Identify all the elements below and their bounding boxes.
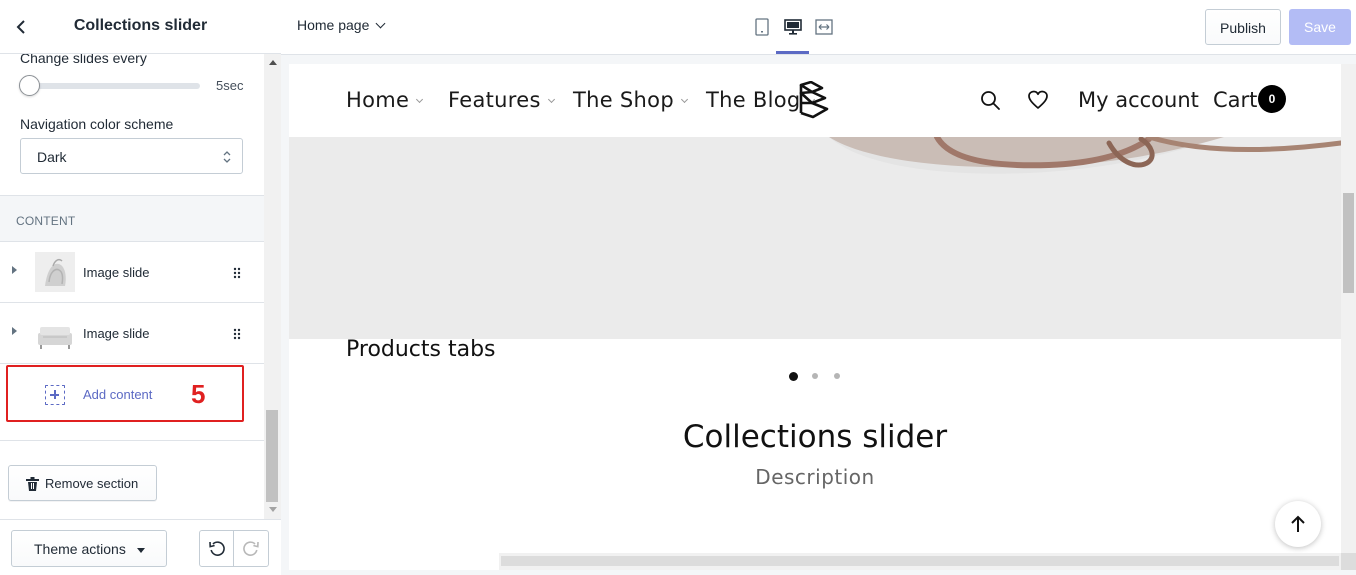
desktop-icon xyxy=(784,19,802,35)
fullscreen-icon xyxy=(815,19,833,35)
change-slides-slider-thumb[interactable] xyxy=(19,75,40,96)
desktop-view-button[interactable] xyxy=(780,14,806,40)
sidebar-scrollbar-thumb[interactable] xyxy=(266,410,278,502)
publish-button[interactable]: Publish xyxy=(1205,9,1281,45)
chevron-down-icon xyxy=(547,95,555,104)
storefront-header: Home Features The Shop The Blog My accou… xyxy=(289,64,1341,137)
theme-editor-sidebar: Collections slider Change slides every 5… xyxy=(0,0,281,575)
sidebar-scrollbar[interactable] xyxy=(264,54,281,519)
preview-vertical-scrollbar[interactable] xyxy=(1341,64,1356,553)
sofa-thumbnail xyxy=(35,313,75,353)
block-item-image-slide-1[interactable]: Image slide xyxy=(0,242,264,303)
expand-caret-icon[interactable] xyxy=(12,266,17,274)
drag-handle-icon[interactable] xyxy=(233,267,241,279)
active-device-indicator xyxy=(776,51,809,54)
chevron-down-icon xyxy=(680,95,688,104)
my-account-link[interactable]: My account xyxy=(1078,88,1199,112)
nav-item-features[interactable]: Features xyxy=(448,88,555,112)
mobile-icon xyxy=(755,18,769,36)
heart-icon[interactable] xyxy=(1027,89,1049,111)
trash-icon xyxy=(26,477,39,491)
scroll-up-arrow-icon[interactable] xyxy=(269,60,277,65)
editor-topbar: Home page Publish Save xyxy=(281,0,1356,55)
redo-button[interactable] xyxy=(233,530,269,567)
add-content-label: Add content xyxy=(83,387,153,402)
slider-dot-2[interactable] xyxy=(812,373,818,379)
collections-slider-title: Collections slider xyxy=(682,419,948,455)
hero-slideshow xyxy=(289,137,1341,381)
cart-link[interactable]: Cart xyxy=(1213,88,1257,112)
preview-vertical-scrollbar-thumb[interactable] xyxy=(1343,193,1354,293)
bag-pile-thumbnail xyxy=(35,252,75,292)
nav-color-scheme-value: Dark xyxy=(37,149,67,165)
redo-icon xyxy=(243,540,259,556)
divider xyxy=(0,440,264,441)
add-block-icon xyxy=(45,385,65,405)
page-selector[interactable]: Home page xyxy=(297,17,386,33)
remove-section-label: Remove section xyxy=(45,476,139,491)
nav-item-home[interactable]: Home xyxy=(346,88,424,112)
block-label: Image slide xyxy=(83,326,150,341)
sidebar-footer: Theme actions xyxy=(0,519,281,575)
nav-item-label: The Shop xyxy=(573,88,674,112)
change-slides-label: Change slides every xyxy=(20,54,147,66)
drag-handle-icon[interactable] xyxy=(233,328,241,340)
undo-icon xyxy=(208,540,225,556)
save-button[interactable]: Save xyxy=(1289,9,1351,45)
fullscreen-view-button[interactable] xyxy=(811,14,837,40)
change-slides-slider-track[interactable] xyxy=(30,83,200,89)
storefront-preview: Home Features The Shop The Blog My accou… xyxy=(289,64,1356,570)
nav-item-label: The Blog xyxy=(706,88,801,112)
expand-caret-icon[interactable] xyxy=(12,327,17,335)
nav-item-label: Features xyxy=(448,88,541,112)
change-slides-value: 5sec xyxy=(216,78,244,93)
page-selector-label: Home page xyxy=(297,17,370,33)
theme-actions-label: Theme actions xyxy=(34,541,126,557)
block-item-image-slide-2[interactable]: Image slide xyxy=(0,303,264,364)
select-arrows-icon xyxy=(223,151,231,163)
cart-count-badge: 0 xyxy=(1258,85,1286,113)
undo-button[interactable] xyxy=(199,530,234,567)
scrollbar-corner xyxy=(1341,553,1356,570)
slider-dot-3[interactable] xyxy=(834,373,840,379)
mobile-view-button[interactable] xyxy=(749,14,775,40)
collections-slider-description: Description xyxy=(755,465,875,489)
slider-dot-1[interactable] xyxy=(789,372,798,381)
block-label: Image slide xyxy=(83,265,150,280)
preview-horizontal-scrollbar-thumb[interactable] xyxy=(501,556,1339,566)
hero-product-image xyxy=(829,137,1341,174)
theme-actions-button[interactable]: Theme actions xyxy=(11,530,167,567)
arrow-up-icon xyxy=(1291,515,1305,532)
scroll-down-arrow-icon[interactable] xyxy=(269,507,277,512)
nav-color-scheme-select[interactable]: Dark xyxy=(20,138,243,174)
sidebar-title: Collections slider xyxy=(73,17,208,34)
chevron-down-icon xyxy=(416,95,424,104)
caret-down-icon xyxy=(137,548,145,553)
step-number-annotation: 5 xyxy=(191,379,206,409)
search-icon[interactable] xyxy=(979,89,1001,111)
content-section-header: CONTENT xyxy=(0,195,264,242)
add-content-button[interactable]: Add content 5 xyxy=(6,365,244,422)
nav-item-label: Home xyxy=(346,88,410,112)
remove-section-button[interactable]: Remove section xyxy=(8,465,157,501)
preview-horizontal-scrollbar[interactable] xyxy=(499,553,1341,570)
sidebar-scroll-area: Change slides every 5sec Navigation colo… xyxy=(0,54,264,503)
sidebar-header: Collections slider xyxy=(0,0,281,54)
products-tabs-heading: Products tabs xyxy=(346,337,496,362)
content-heading: CONTENT xyxy=(16,214,76,228)
back-to-top-button[interactable] xyxy=(1275,501,1321,547)
store-logo[interactable] xyxy=(798,81,830,119)
chevron-down-icon xyxy=(375,18,386,29)
nav-color-scheme-label: Navigation color scheme xyxy=(20,116,174,132)
nav-item-the-shop[interactable]: The Shop xyxy=(573,88,688,112)
